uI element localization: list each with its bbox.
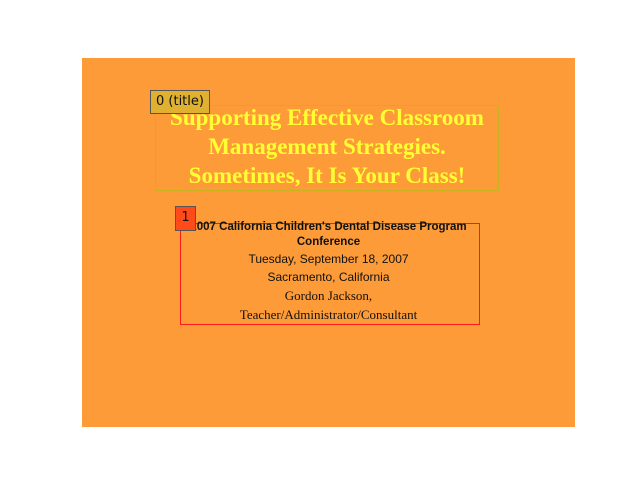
conference-line-1: 2007 California Children's Dental Diseas… [190,221,467,233]
event-location: Sacramento, California [267,270,390,284]
presenter-role: Teacher/Administrator/Consultant [239,307,418,322]
event-date: Tuesday, September 18, 2007 [248,252,409,266]
title-region-label: 0 (title) [150,90,210,114]
presenter-name: Gordon Jackson, [284,288,373,303]
slide-body: 2007 California Children's Dental Diseas… [176,220,481,324]
conference-line-2: Conference [296,236,361,248]
slide-title: Supporting Effective Classroom Managemen… [155,103,499,190]
title-line-2: Management Strategies. [208,134,446,159]
title-line-3: Sometimes, It Is Your Class! [188,163,466,188]
body-region-label: 1 [175,206,196,231]
